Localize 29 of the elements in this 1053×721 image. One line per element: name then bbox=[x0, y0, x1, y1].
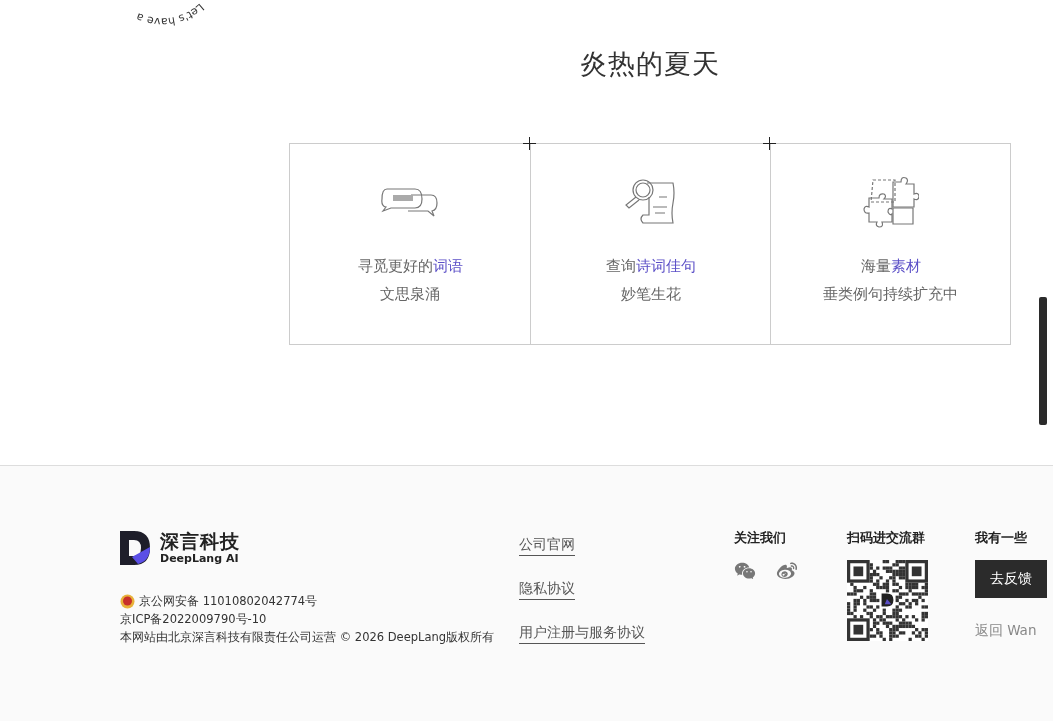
section-heading: 炎热的夏天 bbox=[579, 47, 721, 81]
icp-record[interactable]: 京ICP备2022009790号-10 bbox=[120, 610, 519, 628]
logo-name: 深言科技 bbox=[160, 530, 240, 552]
footer-link[interactable]: 隐私协议 bbox=[518, 579, 575, 600]
qr-title: 扫码进交流群 bbox=[846, 530, 926, 546]
speech-bubbles-icon bbox=[381, 185, 439, 219]
feedback-button[interactable]: 去反馈 bbox=[974, 560, 1047, 598]
weibo-icon[interactable] bbox=[775, 560, 798, 582]
logo-icon bbox=[120, 531, 152, 565]
feature-subtitle: 妙笔生花 bbox=[620, 284, 681, 305]
footer-link[interactable]: 用户注册与服务协议 bbox=[518, 623, 645, 644]
wechat-icon[interactable] bbox=[733, 560, 756, 582]
plus-mark bbox=[523, 137, 536, 150]
logo-tagline: DeepLang AI bbox=[160, 552, 240, 566]
follow-title: 关注我们 bbox=[733, 530, 787, 546]
puzzle-icon bbox=[862, 176, 919, 228]
feature-title: 寻觅更好的词语 bbox=[357, 256, 463, 277]
feature-title: 查询诗词佳句 bbox=[605, 256, 696, 277]
back-link[interactable]: 返回 Wan bbox=[974, 622, 1053, 640]
feedback-title: 我有一些 bbox=[974, 530, 1028, 546]
police-record[interactable]: 京公网安备 11010802042774号 bbox=[139, 592, 318, 610]
curved-text: Let's have a bbox=[134, 0, 207, 29]
police-emblem-icon bbox=[120, 593, 135, 609]
feature-subtitle: 垂类例句持续扩充中 bbox=[823, 284, 958, 305]
footer-link[interactable]: 公司官网 bbox=[518, 535, 575, 556]
plus-mark bbox=[763, 137, 776, 150]
feature-title: 海量素材 bbox=[860, 256, 921, 277]
feature-subtitle: 文思泉涌 bbox=[380, 284, 440, 305]
copyright: 本网站由北京深言科技有限责任公司运营 © 2026 DeepLang版权所有 bbox=[120, 629, 496, 646]
